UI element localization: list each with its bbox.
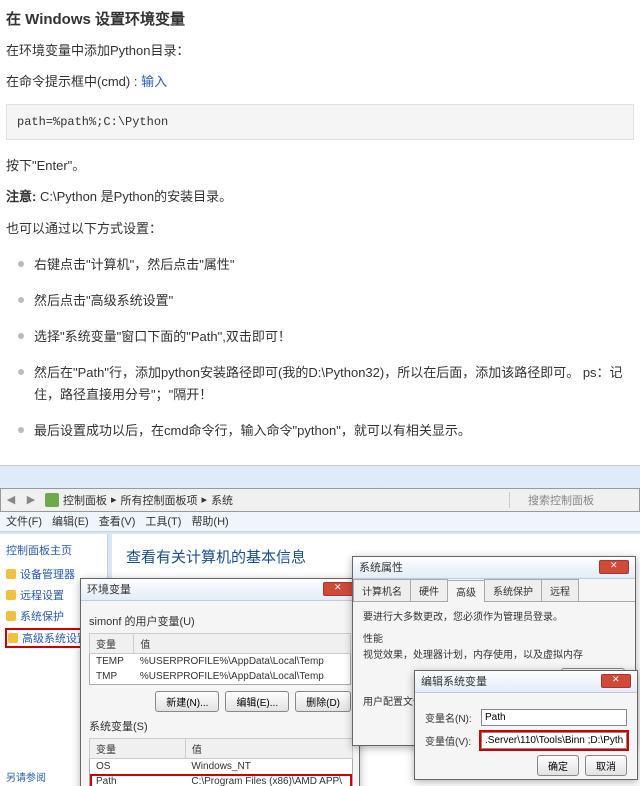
step-item: 然后点击"高级系统设置" [16, 290, 634, 312]
fwd-icon[interactable]: ▶ [21, 493, 41, 506]
edit-button[interactable]: 编辑(E)... [225, 691, 289, 712]
tab-computer-name[interactable]: 计算机名 [353, 579, 411, 601]
menu-help[interactable]: 帮助(H) [191, 513, 228, 529]
env-variables-window: 环境变量 simonf 的用户变量(U) 变量值 TEMP%USERPROFIL… [80, 578, 360, 786]
perf-desc: 视觉效果，处理器计划，内存使用，以及虚拟内存 [363, 648, 625, 664]
para-4: 注意: C:\Python 是Python的安装目录。 [6, 185, 634, 208]
table-row: TMP%USERPROFILE%\AppData\Local\Temp [90, 669, 351, 685]
delete-button[interactable]: 删除(D) [295, 691, 351, 712]
menu-edit[interactable]: 编辑(E) [52, 513, 89, 529]
var-name-input[interactable] [481, 709, 627, 726]
ok-button[interactable]: 确定 [537, 755, 579, 776]
edit-variable-window: 编辑系统变量 变量名(N): 变量值(V): 确定 取消 [414, 670, 638, 780]
menu-tools[interactable]: 工具(T) [145, 513, 181, 529]
sidebar-title: 控制面板主页 [6, 542, 101, 558]
sys-vars-label: 系统变量(S) [89, 718, 351, 734]
user-vars-table[interactable]: 变量值 TEMP%USERPROFILE%\AppData\Local\Temp… [89, 633, 351, 685]
see-also-link[interactable]: 另请参阅 [6, 769, 46, 784]
tab-hardware[interactable]: 硬件 [410, 579, 448, 601]
para-2: 在命令提示框中(cmd) : 输入 [6, 70, 634, 93]
step-item: 右键点击"计算机"，然后点击"属性" [16, 254, 634, 276]
close-icon[interactable] [323, 582, 353, 596]
perf-group-label: 性能 [363, 632, 625, 648]
control-panel-icon [45, 493, 59, 507]
menu-file[interactable]: 文件(F) [6, 513, 42, 529]
shield-icon [6, 590, 16, 600]
step-item: 然后在"Path"行，添加python安装路径即可(我的D:\Python32)… [16, 362, 634, 406]
shield-icon [6, 569, 16, 579]
admin-note: 要进行大多数更改，您必须作为管理员登录。 [363, 610, 625, 626]
shield-icon [6, 611, 16, 621]
search-input[interactable]: 搜索控制面板 [509, 492, 639, 508]
tab-advanced[interactable]: 高级 [447, 580, 485, 602]
var-value-label: 变量值(V): [425, 733, 475, 748]
window-title: 编辑系统变量 [421, 673, 487, 689]
menu-bar[interactable]: 文件(F) 编辑(E) 查看(V) 工具(T) 帮助(H) [0, 512, 640, 532]
shield-icon [8, 633, 18, 643]
table-row: PathC:\Program Files (x86)\AMD APP\ [90, 774, 353, 786]
step-item: 最后设置成功以后，在cmd命令行，输入命令"python"，就可以有相关显示。 [16, 420, 634, 442]
window-title: 环境变量 [87, 581, 131, 597]
table-row: TEMP%USERPROFILE%\AppData\Local\Temp [90, 653, 351, 669]
window-title: 系统属性 [359, 559, 403, 575]
back-icon[interactable]: ◀ [1, 493, 21, 506]
breadcrumb[interactable]: 控制面板 ▸ 所有控制面板项 ▸ 系统 [41, 492, 509, 508]
var-value-input[interactable] [481, 732, 627, 749]
var-name-label: 变量名(N): [425, 710, 475, 725]
code-block: path=%path%;C:\Python [6, 104, 634, 140]
table-row: OSWindows_NT [90, 758, 353, 774]
para-5: 也可以通过以下方式设置： [6, 217, 634, 240]
screenshot-region: ◀ ▶ 控制面板 ▸ 所有控制面板项 ▸ 系统 搜索控制面板 文件(F) 编辑(… [0, 465, 640, 786]
close-icon[interactable] [599, 560, 629, 574]
step-item: 选择"系统变量"窗口下面的"Path",双击即可！ [16, 326, 634, 348]
para-3: 按下"Enter"。 [6, 154, 634, 177]
cancel-button[interactable]: 取消 [585, 755, 627, 776]
address-bar[interactable]: ◀ ▶ 控制面板 ▸ 所有控制面板项 ▸ 系统 搜索控制面板 [0, 488, 640, 512]
menu-view[interactable]: 查看(V) [99, 513, 136, 529]
user-vars-label: simonf 的用户变量(U) [89, 613, 351, 629]
para-1: 在环境变量中添加Python目录： [6, 39, 634, 62]
tab-protection[interactable]: 系统保护 [484, 579, 542, 601]
article-heading: 在 Windows 设置环境变量 [6, 8, 634, 29]
close-icon[interactable] [601, 674, 631, 688]
sys-vars-table[interactable]: 变量值 OSWindows_NT PathC:\Program Files (x… [89, 738, 353, 786]
tab-remote[interactable]: 远程 [541, 579, 579, 601]
new-button[interactable]: 新建(N)... [155, 691, 219, 712]
